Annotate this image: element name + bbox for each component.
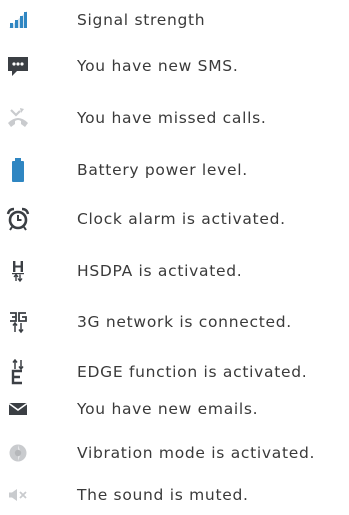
vibration-icon xyxy=(4,433,32,473)
legend-label: Vibration mode is activated. xyxy=(77,444,316,462)
legend-label: You have new SMS. xyxy=(77,57,239,75)
legend-row-alarm: Clock alarm is activated. xyxy=(0,199,349,239)
legend-label: You have new emails. xyxy=(77,400,259,418)
legend-label: Battery power level. xyxy=(77,161,248,179)
email-icon xyxy=(4,389,32,429)
legend-row-edge: EDGE function is activated. xyxy=(0,352,349,392)
hsdpa-icon xyxy=(4,251,32,291)
legend-row-mute: The sound is muted. xyxy=(0,475,349,515)
alarm-clock-icon xyxy=(4,199,32,239)
legend-row-3g: 3G network is connected. xyxy=(0,302,349,342)
missed-call-icon xyxy=(4,98,32,138)
legend-label: The sound is muted. xyxy=(77,486,249,504)
legend-label: HSDPA is activated. xyxy=(77,262,243,280)
legend-label: EDGE function is activated. xyxy=(77,363,308,381)
legend-row-vibration: Vibration mode is activated. xyxy=(0,433,349,473)
legend-row-missed-calls: You have missed calls. xyxy=(0,98,349,138)
legend-label: Clock alarm is activated. xyxy=(77,210,286,228)
edge-icon xyxy=(4,352,32,392)
legend-label: Signal strength xyxy=(77,11,206,29)
new-sms-icon xyxy=(4,46,32,86)
mute-icon xyxy=(4,475,32,515)
legend-row-sms: You have new SMS. xyxy=(0,46,349,86)
legend-label: 3G network is connected. xyxy=(77,313,292,331)
signal-strength-icon xyxy=(4,0,32,40)
legend-row-signal: Signal strength xyxy=(0,0,349,40)
legend-row-hsdpa: HSDPA is activated. xyxy=(0,251,349,291)
legend-row-battery: Battery power level. xyxy=(0,150,349,190)
battery-icon xyxy=(4,150,32,190)
legend-label: You have missed calls. xyxy=(77,109,267,127)
legend-row-email: You have new emails. xyxy=(0,389,349,429)
3g-network-icon xyxy=(4,302,32,342)
